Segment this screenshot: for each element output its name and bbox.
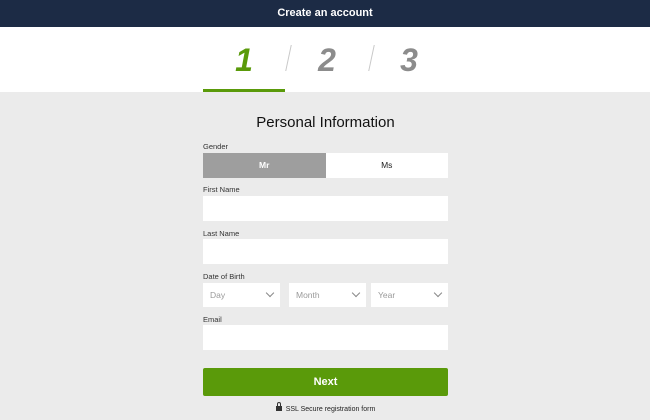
lock-icon [275, 402, 282, 411]
chevron-down-icon [265, 288, 275, 298]
page-header-title: Create an account [277, 7, 373, 19]
email-label: Email [203, 315, 222, 324]
gender-toggle: Mr Ms [203, 153, 448, 178]
last-name-input[interactable] [203, 239, 448, 264]
last-name-label: Last Name [203, 229, 240, 238]
ssl-text: SSL Secure registration form [285, 406, 376, 413]
active-step-underline [203, 89, 285, 92]
dob-year-value: Year [378, 290, 396, 300]
gender-label: Gender [203, 142, 229, 151]
chevron-down-icon [433, 288, 443, 298]
dob-day-value: Day [210, 290, 226, 300]
next-button[interactable]: Next [203, 368, 448, 396]
gender-option-ms[interactable]: Ms [325, 153, 448, 178]
first-name-label: First Name [203, 185, 240, 194]
step-3: 3 [400, 42, 418, 78]
dob-month-select[interactable]: Month [289, 283, 366, 307]
dob-day-select[interactable]: Day [203, 283, 280, 307]
step-1: 1 [235, 42, 253, 78]
ssl-notice: SSL Secure registration form [203, 402, 448, 413]
dob-year-select[interactable]: Year [371, 283, 448, 307]
step-2: 2 [318, 42, 336, 78]
dob-label: Date of Birth [203, 272, 245, 281]
form-title: Personal Information [256, 114, 395, 131]
first-name-input[interactable] [203, 196, 448, 221]
chevron-down-icon [351, 288, 361, 298]
header-bar: Create an account [0, 0, 650, 27]
step-indicator: 1 2 3 [0, 27, 650, 92]
email-input[interactable] [203, 325, 448, 350]
gender-option-mr[interactable]: Mr [203, 153, 326, 178]
dob-month-value: Month [296, 290, 320, 300]
